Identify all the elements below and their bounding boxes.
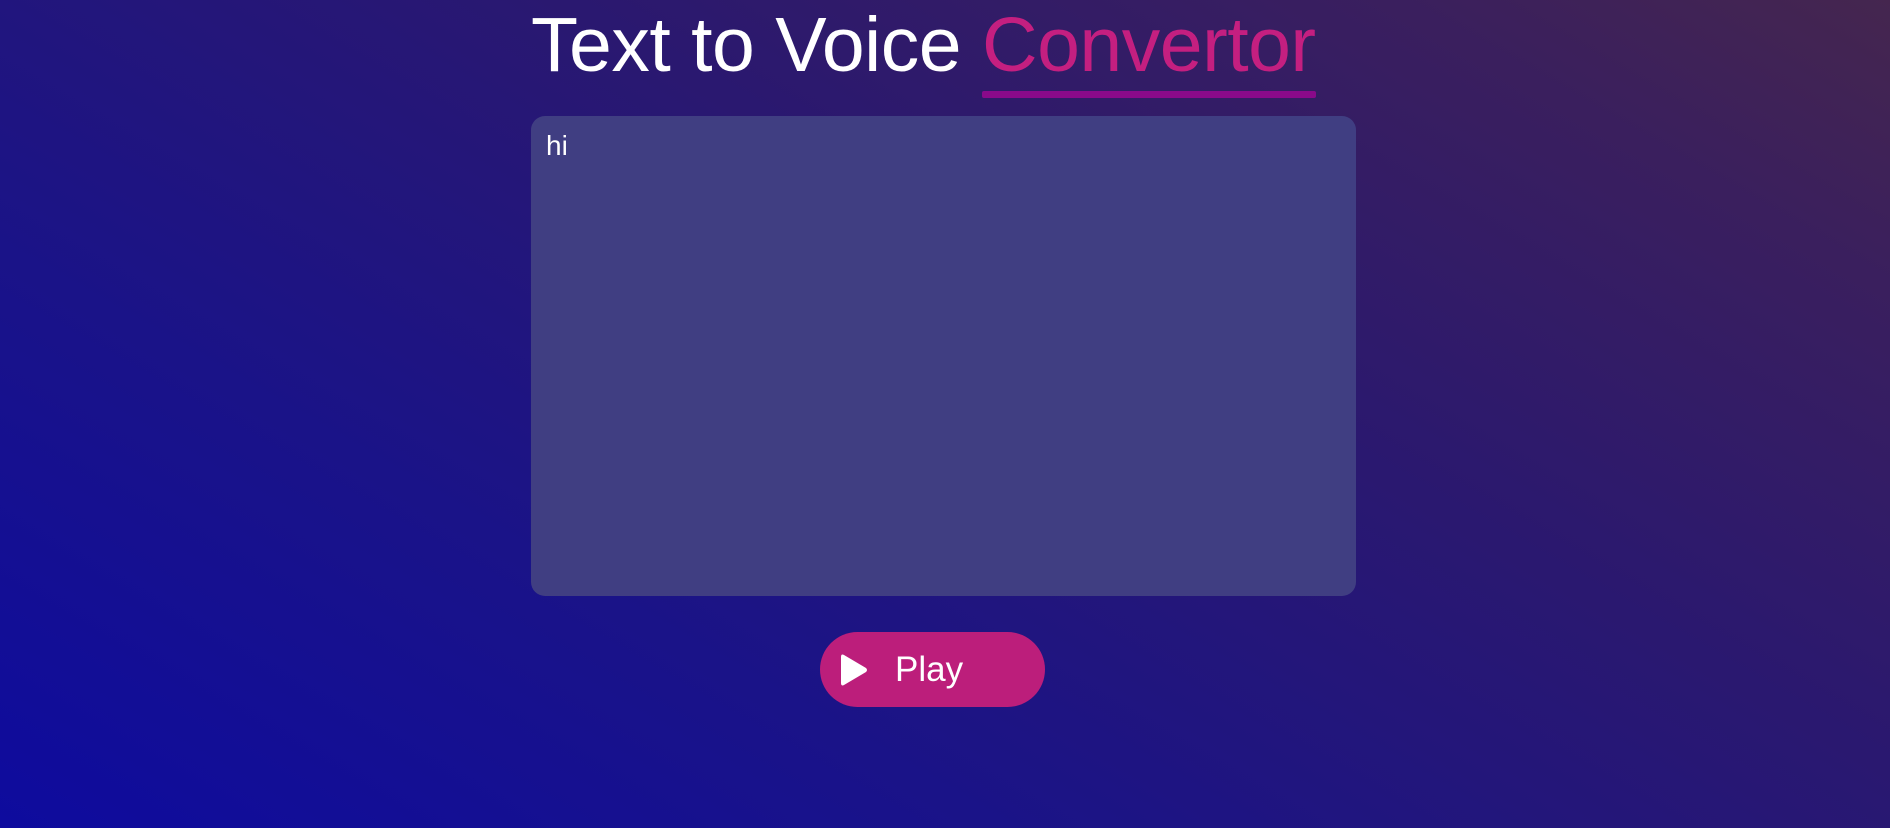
play-button[interactable]: Play <box>820 632 1045 707</box>
play-icon <box>840 653 869 687</box>
play-button-label: Play <box>895 649 964 689</box>
title-main: Text to Voice <box>531 2 982 88</box>
page-title: Text to Voice Convertor <box>531 0 1356 98</box>
text-input[interactable] <box>531 116 1356 596</box>
title-accent: Convertor <box>981 2 1316 98</box>
app-container: Text to Voice Convertor <box>531 0 1356 596</box>
